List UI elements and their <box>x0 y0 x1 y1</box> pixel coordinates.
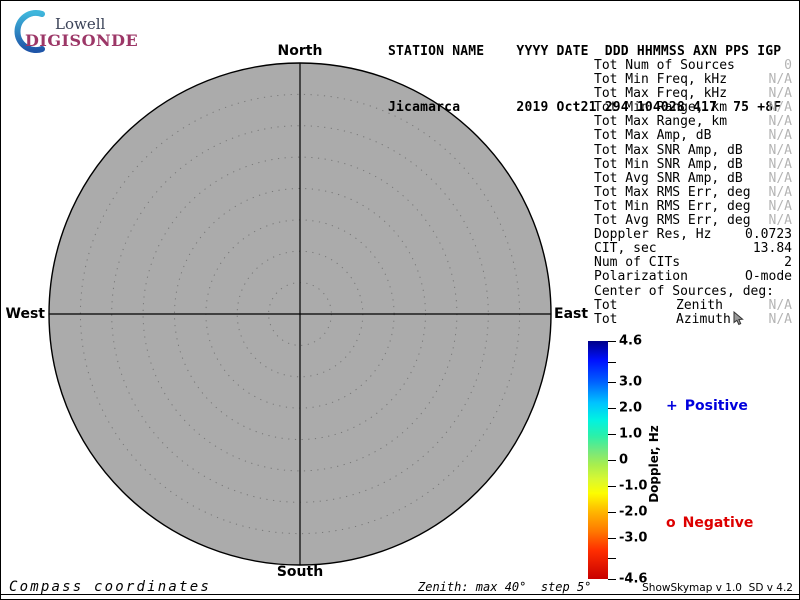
colorbar-tick <box>608 382 616 383</box>
parameter-value: N/A <box>769 129 792 143</box>
parameter-label: Tot Max RMS Err, deg <box>594 186 751 200</box>
parameter-value: N/A <box>769 101 792 115</box>
parameter-value: N/A <box>769 172 792 186</box>
parameter-row: Tot Num of Sources 0 <box>594 59 792 73</box>
parameter-label: Tot Avg RMS Err, deg <box>594 214 751 228</box>
parameter-row: Tot Max Amp, dB N/A <box>594 129 792 143</box>
colorbar-tick-label: -1.0 <box>619 478 647 493</box>
doppler-colorbar <box>588 341 608 579</box>
parameter-label: Tot Min RMS Err, deg <box>594 200 751 214</box>
parameter-value: 0.0723 <box>745 228 792 242</box>
parameter-value: N/A <box>769 73 792 87</box>
parameter-value: N/A <box>769 214 792 228</box>
logo-digisonde-text: DIGISONDE <box>25 31 138 50</box>
parameter-label: Tot Num of Sources <box>594 59 735 73</box>
compass-label-south: South <box>270 564 330 580</box>
parameter-row: Tot Max Freq, kHz N/A <box>594 87 792 101</box>
parameter-label: Polarization <box>594 270 688 284</box>
parameter-value: N/A <box>769 158 792 172</box>
parameter-label: Center of Sources, deg: <box>594 285 774 299</box>
parameter-value: O-mode <box>745 270 792 284</box>
colorbar-title: Doppler, Hz <box>647 414 661 514</box>
parameter-row: Tot Min RMS Err, deg N/A <box>594 200 792 214</box>
negative-symbol-icon: o <box>666 515 676 531</box>
parameter-row: Tot Avg RMS Err, deg N/A <box>594 214 792 228</box>
parameter-label: Tot <box>594 299 617 313</box>
parameter-row: Tot Min Range, km N/A <box>594 101 792 115</box>
parameter-label: Tot Min Freq, kHz <box>594 73 727 87</box>
colorbar-tick-label: 2.0 <box>619 401 642 416</box>
positive-symbol-icon: + <box>666 398 678 414</box>
parameter-label: Tot Max SNR Amp, dB <box>594 144 743 158</box>
parameter-label: CIT, sec <box>594 242 657 256</box>
colorbar-tick-label: 4.6 <box>619 334 642 349</box>
parameter-value: N/A <box>769 200 792 214</box>
parameter-row: Doppler Res, Hz 0.0723 <box>594 228 792 242</box>
parameter-row: Tot Zenith N/A <box>594 299 792 313</box>
colorbar-tick-label: 1.0 <box>619 427 642 442</box>
parameter-row: Tot Min Freq, kHz N/A <box>594 73 792 87</box>
colorbar-tick <box>608 341 616 342</box>
colorbar-tick <box>608 579 616 580</box>
parameter-label: Tot Min SNR Amp, dB <box>594 158 743 172</box>
parameter-label: Tot <box>594 313 617 327</box>
colorbar-tick <box>608 362 616 363</box>
colorbar-tick <box>608 538 616 539</box>
colorbar-tick-label: 3.0 <box>619 375 642 390</box>
colorbar-tick <box>608 512 616 513</box>
compass-label-east: East <box>554 306 599 322</box>
digisonde-logo: Lowell DIGISONDE <box>9 7 149 53</box>
parameter-row: Tot Max Range, km N/A <box>594 115 792 129</box>
zenith-range-label: Zenith: max 40° step 5° <box>418 580 591 594</box>
colorbar-tick-label: 0 <box>619 453 628 468</box>
parameter-label: Tot Avg SNR Amp, dB <box>594 172 743 186</box>
parameter-row: Num of CITs 2 <box>594 256 792 270</box>
parameter-value: N/A <box>769 299 792 313</box>
parameter-row: Tot Min SNR Amp, dB N/A <box>594 158 792 172</box>
compass-label-west: West <box>3 306 45 322</box>
mouse-cursor-icon <box>733 311 745 326</box>
parameter-value: 2 <box>784 256 792 270</box>
parameter-value: N/A <box>769 186 792 200</box>
legend-positive: + Positive <box>666 398 748 414</box>
parameter-row: Tot Max SNR Amp, dB N/A <box>594 144 792 158</box>
colorbar-tick-label: -3.0 <box>619 530 647 545</box>
colorbar-tick <box>608 408 616 409</box>
legend-negative: o Negative <box>666 515 753 531</box>
parameter-row: Tot Azimuth N/A <box>594 313 792 327</box>
parameter-value: N/A <box>769 144 792 158</box>
parameter-value: N/A <box>769 87 792 101</box>
colorbar-tick <box>608 460 616 461</box>
parameter-label: Tot Max Amp, dB <box>594 129 711 143</box>
parameter-label: Tot Min Range, km <box>594 101 727 115</box>
parameter-row: Tot Avg SNR Amp, dB N/A <box>594 172 792 186</box>
parameter-label: Tot Max Freq, kHz <box>594 87 727 101</box>
negative-label: Negative <box>683 515 754 531</box>
parameter-label: Tot Max Range, km <box>594 115 727 129</box>
parameter-value: N/A <box>769 115 792 129</box>
colorbar-tick <box>608 434 616 435</box>
parameter-row: Center of Sources, deg: <box>594 285 792 299</box>
parameter-label: Num of CITs <box>594 256 680 270</box>
coordinates-mode-label: Compass coordinates <box>9 579 211 595</box>
compass-label-north: North <box>270 43 330 59</box>
parameter-row: Polarization O-mode <box>594 270 792 284</box>
parameter-value: 13.84 <box>753 242 792 256</box>
version-label: ShowSkymap v 1.0 SD v 4.2 <box>642 582 793 594</box>
parameter-list: Tot Num of Sources0Tot Min Freq, kHzN/AT… <box>594 59 792 327</box>
positive-label: Positive <box>685 398 748 414</box>
colorbar-tick <box>608 486 616 487</box>
parameter-value: N/A <box>769 313 792 327</box>
parameter-sublabel: Zenith <box>676 299 723 313</box>
parameter-row: Tot Max RMS Err, deg N/A <box>594 186 792 200</box>
parameter-row: CIT, sec 13.84 <box>594 242 792 256</box>
parameter-value: 0 <box>784 59 792 73</box>
colorbar-tick-label: -2.0 <box>619 504 647 519</box>
parameter-sublabel: Azimuth <box>676 313 731 327</box>
parameter-label: Doppler Res, Hz <box>594 228 711 242</box>
showskymap-window: Lowell DIGISONDE STATION NAME YYYY DATE … <box>0 0 800 600</box>
colorbar-tick <box>608 558 616 559</box>
